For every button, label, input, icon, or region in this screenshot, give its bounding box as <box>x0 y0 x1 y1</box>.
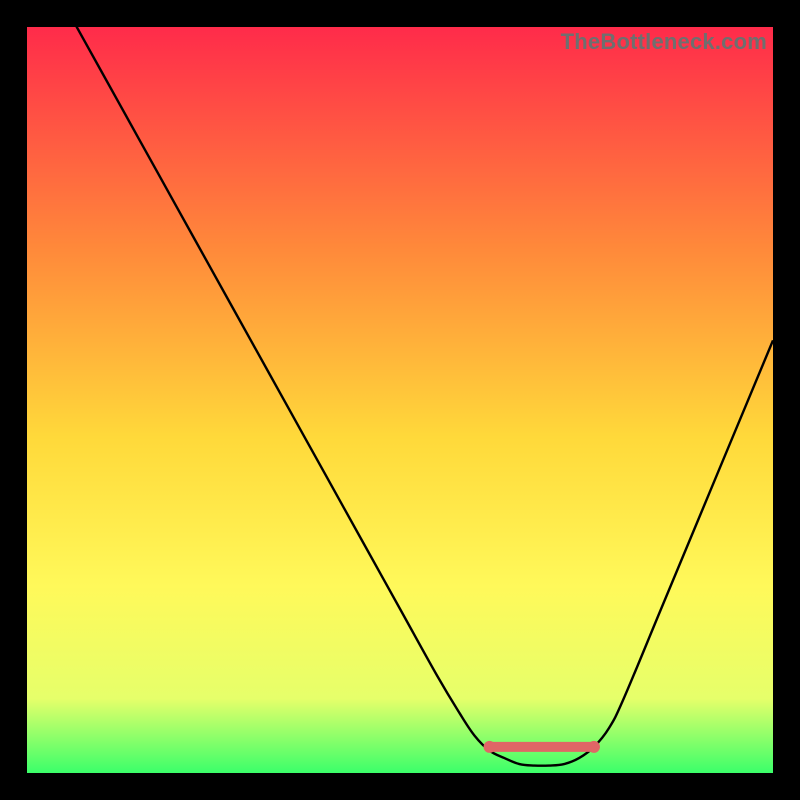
chart-frame: TheBottleneck.com <box>27 27 773 773</box>
marker-optimal-end <box>588 741 600 753</box>
bottleneck-plot <box>27 27 773 773</box>
marker-optimal-start <box>484 741 496 753</box>
